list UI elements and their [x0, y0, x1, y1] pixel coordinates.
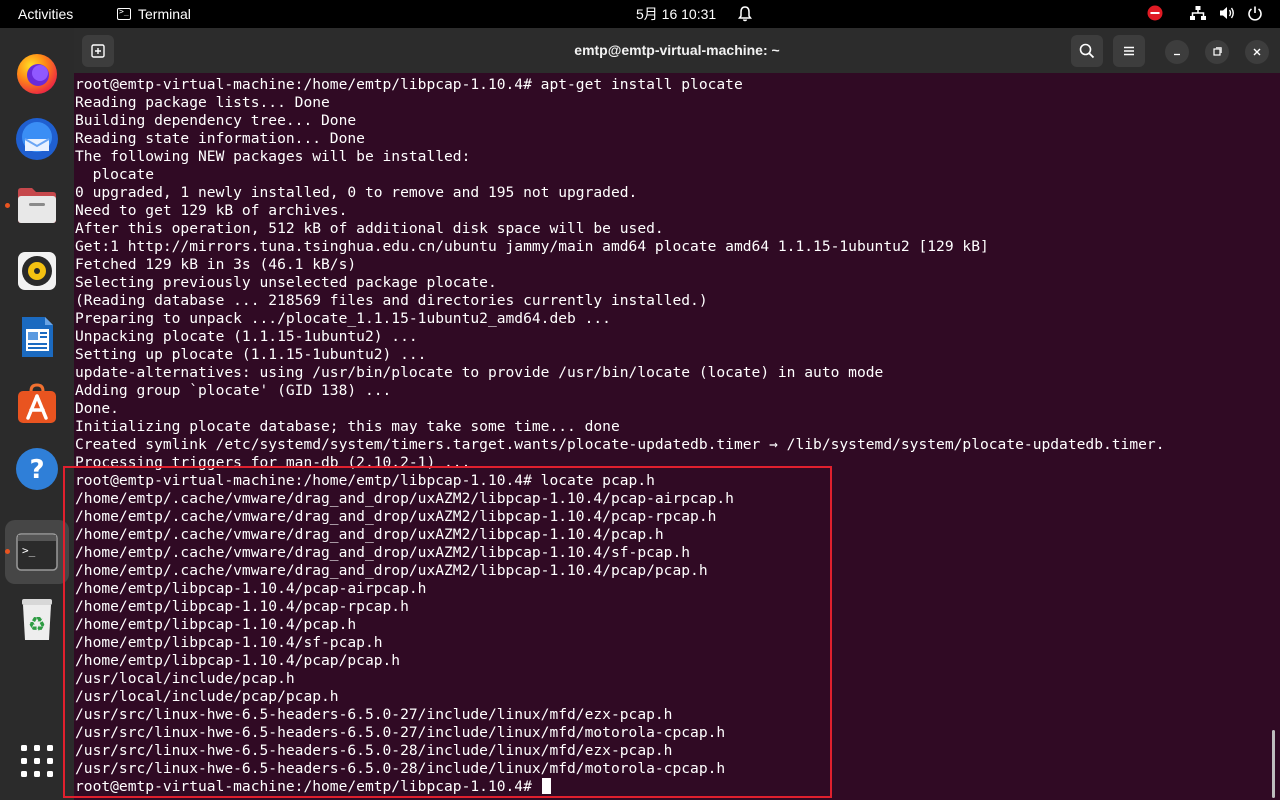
dock-software[interactable]: [12, 378, 62, 428]
terminal-line: plocate: [75, 166, 155, 183]
terminal-line: Reading state information... Done: [75, 130, 365, 147]
terminal-line: /home/emtp/libpcap-1.10.4/pcap-airpcap.h: [75, 580, 427, 597]
svg-text:?: ?: [29, 455, 44, 485]
terminal-line: Done.: [75, 400, 119, 417]
dock-writer[interactable]: [12, 312, 62, 362]
terminal-line: Setting up plocate (1.1.15-1ubuntu2) ...: [75, 346, 427, 363]
terminal-line: Selecting previously unselected package …: [75, 274, 497, 291]
terminal-line: root@emtp-virtual-machine:/home/emtp/lib…: [75, 472, 655, 489]
terminal-line: /home/emtp/.cache/vmware/drag_and_drop/u…: [75, 508, 717, 525]
minimize-button[interactable]: [1165, 40, 1189, 64]
hamburger-menu-icon: [1124, 46, 1134, 56]
clock[interactable]: 5月 16 10:31: [636, 0, 716, 28]
power-icon[interactable]: [1246, 4, 1264, 22]
close-button[interactable]: [1245, 40, 1269, 64]
top-bar: Activities >_ Terminal 5月 16 10:31: [0, 0, 1280, 28]
terminal-line: /home/emtp/.cache/vmware/drag_and_drop/u…: [75, 490, 734, 507]
volume-icon[interactable]: [1218, 4, 1236, 22]
terminal-line: update-alternatives: using /usr/bin/ploc…: [75, 364, 884, 381]
menu-button[interactable]: [1113, 35, 1145, 67]
minimize-icon: [1174, 53, 1180, 56]
svg-text:>_: >_: [22, 544, 36, 557]
search-icon: [1079, 43, 1095, 59]
app-grid-icon: [21, 745, 53, 777]
terminal-line: /home/emtp/.cache/vmware/drag_and_drop/u…: [75, 544, 691, 561]
thunderbird-icon: [16, 118, 58, 160]
dock-thunderbird[interactable]: [12, 114, 62, 164]
svg-text:♻: ♻: [28, 612, 46, 636]
terminal-line: /usr/local/include/pcap/pcap.h: [75, 688, 339, 705]
terminal-line: Initializing plocate database; this may …: [75, 418, 620, 435]
terminal-line: /usr/src/linux-hwe-6.5-headers-6.5.0-28/…: [75, 760, 726, 777]
dock-trash[interactable]: ♻: [12, 594, 62, 644]
files-icon: [18, 188, 56, 223]
terminal-cursor: [541, 778, 551, 794]
dock-show-applications[interactable]: [12, 736, 62, 786]
app-menu[interactable]: >_ Terminal: [117, 0, 191, 28]
terminal-line: Need to get 129 kB of archives.: [75, 202, 348, 219]
terminal-line: /home/emtp/libpcap-1.10.4/sf-pcap.h: [75, 634, 383, 651]
terminal-line: /home/emtp/libpcap-1.10.4/pcap/pcap.h: [75, 652, 401, 669]
search-button[interactable]: [1071, 35, 1103, 67]
maximize-icon: [1213, 47, 1222, 56]
dock-firefox[interactable]: [12, 48, 62, 98]
terminal-line: Preparing to unpack .../plocate_1.1.15-1…: [75, 310, 611, 327]
terminal-scrollbar[interactable]: [1272, 730, 1275, 798]
maximize-button[interactable]: [1205, 40, 1229, 64]
dock: ? >_ ♻: [0, 28, 74, 800]
terminal-line: Unpacking plocate (1.1.15-1ubuntu2) ...: [75, 328, 418, 345]
app-menu-label: Terminal: [138, 6, 191, 22]
new-tab-icon: [91, 44, 105, 58]
terminal-prompt: root@emtp-virtual-machine:/home/emtp/lib…: [75, 778, 541, 795]
terminal-icon: >_: [16, 533, 58, 571]
dock-files[interactable]: [12, 180, 62, 230]
terminal-line: Processing triggers for man-db (2.10.2-1…: [75, 454, 471, 471]
terminal-line: /usr/src/linux-hwe-6.5-headers-6.5.0-27/…: [75, 724, 726, 741]
terminal-line: /home/emtp/libpcap-1.10.4/pcap.h: [75, 616, 357, 633]
close-icon: [1253, 48, 1261, 56]
terminal-line: Get:1 http://mirrors.tuna.tsinghua.edu.c…: [75, 238, 989, 255]
terminal-line: /home/emtp/.cache/vmware/drag_and_drop/u…: [75, 562, 708, 579]
terminal-line: After this operation, 512 kB of addition…: [75, 220, 664, 237]
terminal-line: root@emtp-virtual-machine:/home/emtp/lib…: [75, 76, 743, 93]
terminal-line: /usr/local/include/pcap.h: [75, 670, 295, 687]
terminal-line: /usr/src/linux-hwe-6.5-headers-6.5.0-28/…: [75, 742, 673, 759]
terminal-line: Building dependency tree... Done: [75, 112, 357, 129]
terminal-app-icon: >_: [117, 7, 131, 20]
network-icon[interactable]: [1189, 4, 1207, 22]
notification-bell-icon: [737, 0, 753, 28]
terminal-line: The following NEW packages will be insta…: [75, 148, 471, 165]
terminal-prompt-line[interactable]: root@emtp-virtual-machine:/home/emtp/lib…: [74, 778, 1270, 796]
title-bar[interactable]: emtp@emtp-virtual-machine: ~: [74, 28, 1280, 73]
terminal-line: 0 upgraded, 1 newly installed, 0 to remo…: [75, 184, 638, 201]
terminal-line: (Reading database ... 218569 files and d…: [75, 292, 708, 309]
help-icon: ?: [16, 448, 58, 490]
trash-icon: ♻: [22, 599, 52, 640]
software-icon: [18, 383, 56, 423]
terminal-lines: root@emtp-virtual-machine:/home/emtp/lib…: [74, 76, 1270, 778]
terminal-line: /home/emtp/.cache/vmware/drag_and_drop/u…: [75, 526, 664, 543]
rhythmbox-icon: [18, 252, 56, 290]
terminal-line: /home/emtp/libpcap-1.10.4/pcap-rpcap.h: [75, 598, 409, 615]
dock-help[interactable]: ?: [12, 444, 62, 494]
terminal-running-indicator: [5, 549, 10, 554]
terminal-line: Fetched 129 kB in 3s (46.1 kB/s): [75, 256, 357, 273]
firefox-icon: [17, 54, 57, 94]
dock-terminal[interactable]: >_: [12, 527, 62, 577]
terminal-line: Reading package lists... Done: [75, 94, 330, 111]
writer-icon: [22, 317, 53, 357]
terminal-line: /usr/src/linux-hwe-6.5-headers-6.5.0-27/…: [75, 706, 673, 723]
do-not-disturb-icon[interactable]: [1146, 4, 1164, 22]
files-running-indicator: [5, 203, 10, 208]
terminal-line: Created symlink /etc/systemd/system/time…: [75, 436, 1165, 453]
activities-button[interactable]: Activities: [18, 0, 73, 28]
new-tab-button[interactable]: [82, 35, 114, 67]
terminal-output[interactable]: root@emtp-virtual-machine:/home/emtp/lib…: [74, 76, 1270, 800]
dock-rhythmbox[interactable]: [12, 246, 62, 296]
terminal-line: Adding group `plocate' (GID 138) ...: [75, 382, 392, 399]
terminal-window: emtp@emtp-virtual-machine: ~ root@emtp-v…: [74, 28, 1280, 800]
